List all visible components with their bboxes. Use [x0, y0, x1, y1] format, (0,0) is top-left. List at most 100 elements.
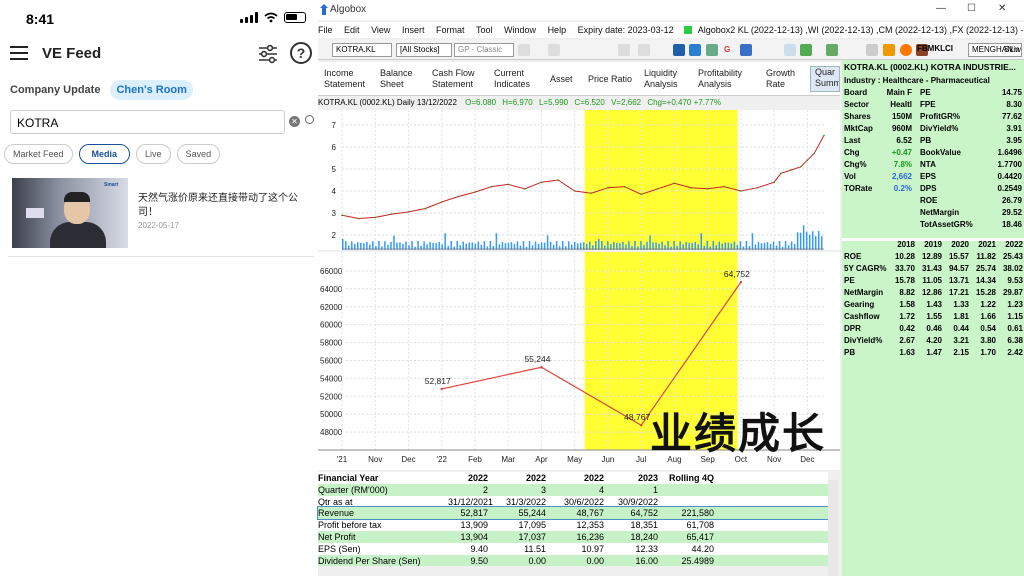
- menu-help[interactable]: Help: [548, 25, 567, 35]
- tab-current-indicates[interactable]: Current Indicates: [494, 68, 530, 90]
- menu-icon[interactable]: [10, 46, 28, 64]
- table-row[interactable]: Revenue 52,817 55,244 48,767 64,752 221,580: [317, 506, 829, 521]
- ratio-value: 1.43: [926, 300, 942, 309]
- table-row[interactable]: Net Profit 13,904 17,037 16,236 18,240 65,417: [318, 530, 828, 543]
- x-tick-label: '21: [337, 455, 348, 464]
- table-row[interactable]: Dividend Per Share (Sen) 9.50 0.00 0.00 16.0…: [318, 554, 828, 567]
- item-title[interactable]: 天然气涨价原来还直接带动了这个公司！: [138, 192, 312, 220]
- tab-line1: Liquidity: [644, 68, 678, 78]
- folder-icon[interactable]: [883, 44, 895, 56]
- grid-icon[interactable]: [706, 44, 718, 56]
- menu-view[interactable]: View: [371, 25, 390, 35]
- stock-combo[interactable]: KOTRA.KL: [332, 43, 392, 57]
- pill-live[interactable]: Live: [136, 144, 171, 164]
- tab-asset[interactable]: Asset: [550, 74, 573, 85]
- signal-icon: [240, 12, 258, 23]
- table-row[interactable]: Profit before tax 13,909 17,095 12,353 18,35…: [318, 519, 828, 531]
- index-label[interactable]: FBMKLCI: [914, 43, 966, 57]
- doc-icon[interactable]: [866, 44, 878, 56]
- table-row[interactable]: Qtr as at 31/12/2021 31/3/2022 30/6/2022 30/…: [318, 496, 828, 508]
- help-icon[interactable]: ?: [290, 42, 312, 64]
- menu-tool[interactable]: Tool: [476, 25, 493, 35]
- tab-balance-sheet[interactable]: Balance Sheet: [380, 68, 413, 90]
- tool-icon[interactable]: [518, 44, 530, 56]
- table-scrollbar[interactable]: [828, 480, 838, 576]
- tab-chens-room[interactable]: Chen's Room: [110, 80, 193, 100]
- ratio-value: 4.20: [926, 336, 942, 345]
- price-point: [806, 159, 809, 161]
- minimize-icon[interactable]: —: [936, 3, 946, 14]
- pill-media[interactable]: Media: [78, 144, 131, 164]
- search-input[interactable]: KOTRA: [10, 110, 285, 134]
- table-cell: Rolling 4Q: [669, 473, 714, 483]
- table-cell: 2022: [525, 473, 546, 483]
- skin-label[interactable]: Skin: [1004, 45, 1020, 54]
- tab-price-ratio[interactable]: Price Ratio: [588, 74, 632, 85]
- info-row: Board Main F PE 14.75: [842, 88, 1024, 100]
- volume-bar: [495, 233, 498, 250]
- volume-bar: [598, 238, 600, 250]
- price-point: [474, 191, 476, 193]
- search-icon[interactable]: [305, 115, 314, 124]
- ratio-value: 25.74: [975, 264, 996, 273]
- info-cell: Vol: [844, 172, 856, 181]
- ratio-value: 1.58: [899, 300, 915, 309]
- table-cell: 16,236: [576, 531, 604, 542]
- maximize-icon[interactable]: ☐: [967, 3, 976, 14]
- tab-profitability[interactable]: Profitability Analysis: [698, 68, 742, 90]
- price-point: [391, 213, 393, 215]
- table-cell: 12.33: [635, 543, 658, 554]
- tab-company-update[interactable]: Company Update: [10, 84, 100, 96]
- table-row[interactable]: Quarter (RM'000) 2 3 4 1: [318, 483, 828, 496]
- ratio-value: 11.05: [922, 276, 942, 285]
- filter-sliders-icon[interactable]: [257, 43, 279, 65]
- menu-format[interactable]: Format: [436, 25, 465, 35]
- tab-liquidity[interactable]: Liquidity Analysis: [644, 68, 678, 90]
- list-icon[interactable]: [784, 44, 796, 56]
- volume-bar: [781, 246, 784, 250]
- algobox-window: Algobox — ☐ ✕ File Edit View Insert Form…: [317, 0, 1024, 576]
- ratio-value: 3.80: [980, 336, 996, 345]
- tab-growth-rate[interactable]: Growth Rate: [766, 68, 795, 90]
- gp-combo[interactable]: GP - Classic: [454, 43, 514, 57]
- list-item[interactable]: Smart 天然气涨价原来还直接带动了这个公司！ 2022-05-17: [12, 178, 312, 250]
- volume-bar: [808, 234, 811, 250]
- zoom-in-icon[interactable]: [618, 44, 630, 56]
- menu-insert[interactable]: Insert: [402, 25, 425, 35]
- table-header[interactable]: Financial Year 2022 2022 2022 2023 Rolling 4Q: [318, 472, 828, 484]
- monitor-icon[interactable]: [740, 44, 752, 56]
- info-row: MktCap 960M DivYield% 3.91: [842, 124, 1024, 136]
- tab-income-statement[interactable]: Income Statement: [324, 68, 365, 90]
- tab-quarter-summary[interactable]: Quar Summ: [810, 66, 840, 92]
- menu-edit[interactable]: Edit: [344, 25, 360, 35]
- refresh-icon[interactable]: [826, 44, 838, 56]
- info-cell: 8.30: [1006, 100, 1022, 109]
- calc-icon[interactable]: [800, 44, 812, 56]
- info-cell: 77.62: [1001, 112, 1022, 121]
- table-cell: 30/9/2022: [618, 496, 659, 507]
- info-cell: 1.7700: [997, 160, 1022, 169]
- table-cell: 0.00: [586, 555, 604, 566]
- pill-saved[interactable]: Saved: [176, 144, 221, 164]
- chat-icon[interactable]: [900, 44, 912, 56]
- google-icon[interactable]: G: [724, 45, 730, 54]
- ratio-row: PE 15.78 11.05 13.71 14.34 9.53: [842, 276, 1024, 288]
- menu-window[interactable]: Window: [504, 25, 536, 35]
- tab-cash-flow[interactable]: Cash Flow Statement: [432, 68, 475, 90]
- close-icon[interactable]: ✕: [998, 3, 1006, 14]
- chart-icon[interactable]: [673, 44, 685, 56]
- pill-market-feed[interactable]: Market Feed: [4, 144, 73, 164]
- clear-icon[interactable]: ✕: [289, 116, 300, 127]
- tool-icon[interactable]: [548, 44, 560, 56]
- table-row[interactable]: EPS (Sen) 9.40 11.51 10.97 12.33 44.20: [318, 543, 828, 555]
- info-row: Chg% 7.8% NTA 1.7700: [842, 160, 1024, 172]
- info-cell: DPS: [920, 184, 937, 193]
- table-icon[interactable]: [689, 44, 701, 56]
- report-tabs: Income Statement Balance Sheet Cash Flow St…: [318, 62, 840, 96]
- filter-combo[interactable]: [All Stocks]: [396, 43, 452, 57]
- info-cell: Board: [844, 88, 868, 97]
- video-thumbnail[interactable]: Smart: [12, 178, 128, 248]
- menu-file[interactable]: File: [318, 25, 333, 35]
- price-point: [540, 181, 543, 183]
- zoom-out-icon[interactable]: [638, 44, 650, 56]
